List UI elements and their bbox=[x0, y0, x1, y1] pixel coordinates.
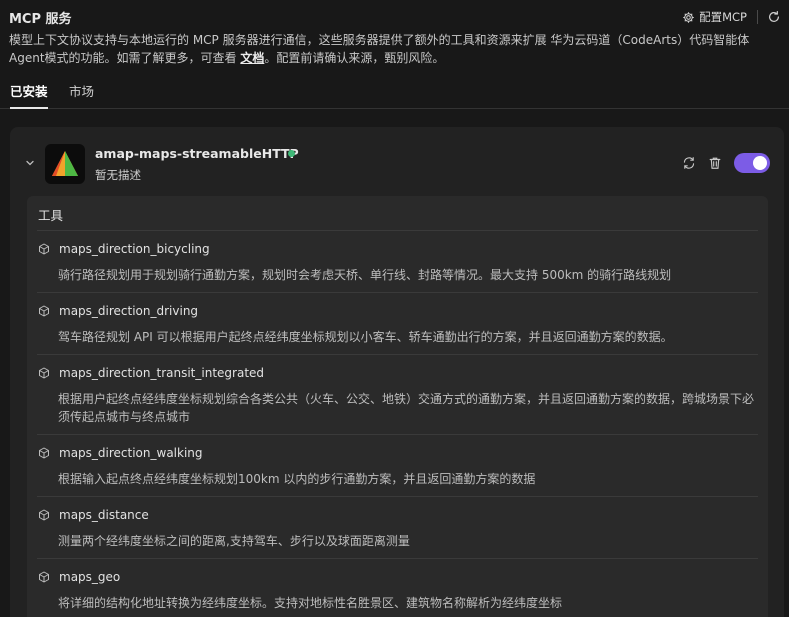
reload-server-button[interactable] bbox=[682, 156, 696, 170]
collapse-toggle[interactable] bbox=[24, 157, 36, 169]
status-indicator bbox=[288, 150, 295, 157]
tool-name: maps_direction_bicycling bbox=[59, 242, 210, 256]
tool-name: maps_direction_driving bbox=[59, 304, 199, 318]
page-header: MCP 服务 配置MCP bbox=[0, 0, 789, 34]
chevron-down-icon bbox=[24, 157, 36, 169]
gear-icon bbox=[682, 11, 695, 24]
tool-description: 根据用户起终点经纬度坐标规划综合各类公共（火车、公交、地铁）交通方式的通勤方案，… bbox=[58, 392, 755, 424]
tool-name: maps_distance bbox=[59, 508, 149, 522]
header-divider bbox=[757, 10, 758, 24]
tool-name: maps_direction_transit_integrated bbox=[59, 366, 265, 380]
cube-icon bbox=[37, 305, 59, 317]
amap-logo-icon bbox=[45, 144, 85, 184]
server-description: 暂无描述 bbox=[95, 168, 141, 182]
tool-description: 测量两个经纬度坐标之间的距离,支持驾车、步行以及球面距离测量 bbox=[58, 534, 410, 548]
page-title: MCP 服务 bbox=[9, 12, 72, 27]
tool-description: 骑行路径规划用于规划骑行通勤方案，规划时会考虑天桥、单行线、封路等情况。最大支持… bbox=[58, 268, 672, 282]
tool-name: maps_geo bbox=[59, 570, 121, 584]
server-enabled-toggle[interactable] bbox=[734, 153, 770, 173]
description-warning: 。配置前请确认来源，甄别风险。 bbox=[264, 51, 445, 65]
tool-item: maps_direction_driving 驾车路径规划 API 可以根据用户… bbox=[37, 292, 758, 354]
trash-icon bbox=[708, 156, 722, 170]
tab-market[interactable]: 市场 bbox=[69, 81, 94, 108]
tab-installed[interactable]: 已安装 bbox=[10, 81, 48, 109]
tool-item: maps_direction_walking 根据输入起点终点经纬度坐标规划10… bbox=[37, 434, 758, 496]
config-mcp-label: 配置MCP bbox=[699, 10, 747, 24]
tool-item: maps_geo 将详细的结构化地址转换为经纬度坐标。支持对地标性名胜景区、建筑… bbox=[37, 558, 758, 617]
mcp-services-page: MCP 服务 配置MCP 模型上下文协议支持与本地运行的 MCP 服务器进行通信… bbox=[0, 0, 789, 617]
tool-description: 将详细的结构化地址转换为经纬度坐标。支持对地标性名胜景区、建筑物名称解析为经纬度… bbox=[58, 596, 563, 610]
cube-icon bbox=[37, 367, 59, 379]
tool-description: 根据输入起点终点经纬度坐标规划100km 以内的步行通勤方案，并且返回通勤方案的… bbox=[58, 472, 536, 486]
tool-name: maps_direction_walking bbox=[59, 446, 203, 460]
sync-icon bbox=[682, 156, 696, 170]
header-actions: 配置MCP bbox=[682, 7, 781, 27]
cube-icon bbox=[37, 447, 59, 459]
server-actions bbox=[682, 153, 770, 173]
tool-item: maps_direction_bicycling 骑行路径规划用于规划骑行通勤方… bbox=[37, 230, 758, 292]
delete-server-button[interactable] bbox=[708, 156, 722, 170]
tools-panel: 工具 maps_direction_bicycling 骑行路径规划用于规划骑行… bbox=[27, 196, 768, 617]
tab-bar: 已安装 市场 bbox=[0, 78, 789, 109]
cube-icon bbox=[37, 243, 59, 255]
cube-icon bbox=[37, 509, 59, 521]
docs-link[interactable]: 文档 bbox=[240, 51, 264, 65]
server-name: amap-maps-streamableHTTP bbox=[95, 146, 299, 161]
tool-item: maps_direction_transit_integrated 根据用户起终… bbox=[37, 354, 758, 434]
refresh-icon bbox=[767, 10, 781, 24]
config-mcp-button[interactable]: 配置MCP bbox=[682, 9, 747, 25]
tool-item: maps_distance 测量两个经纬度坐标之间的距离,支持驾车、步行以及球面… bbox=[37, 496, 758, 558]
server-card: amap-maps-streamableHTTP 暂无描述 工具 maps_di… bbox=[10, 127, 784, 617]
tool-description: 驾车路径规划 API 可以根据用户起终点经纬度坐标规划以小客车、轿车通勤出行的方… bbox=[58, 330, 673, 344]
cube-icon bbox=[37, 571, 59, 583]
refresh-button[interactable] bbox=[767, 10, 781, 24]
tools-heading: 工具 bbox=[38, 208, 64, 223]
tool-list: maps_direction_bicycling 骑行路径规划用于规划骑行通勤方… bbox=[37, 230, 758, 617]
page-description: 模型上下文协议支持与本地运行的 MCP 服务器进行通信，这些服务器提供了额外的工… bbox=[9, 31, 781, 67]
